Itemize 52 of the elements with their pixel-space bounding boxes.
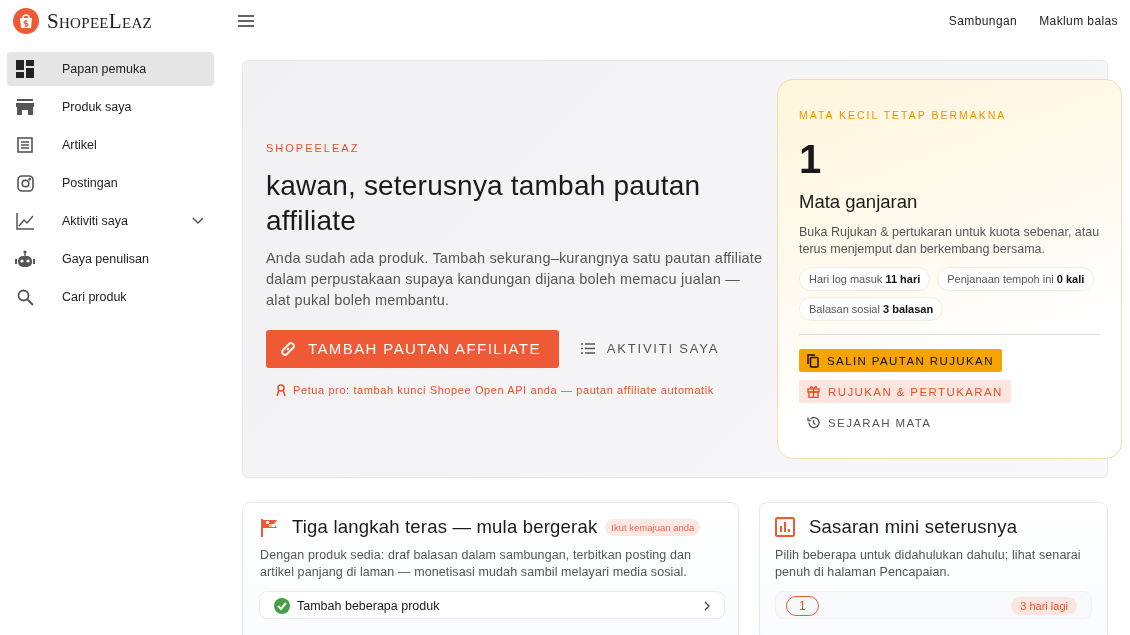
- points-label: Mata ganjaran: [799, 191, 919, 213]
- dashboard-icon: [16, 60, 34, 78]
- sidebar-item[interactable]: Artikel: [7, 128, 214, 162]
- copy-icon: [807, 353, 819, 368]
- stat-chip: Penjanaan tempoh ini 0 kali: [937, 267, 1095, 291]
- hero-title: kawan, seterusnya tambah pautan affiliate: [266, 168, 702, 238]
- sidebar-item[interactable]: Cari produk: [7, 280, 214, 314]
- sidebar-item[interactable]: Postingan: [7, 166, 214, 200]
- nav-link[interactable]: Sambungan: [948, 10, 1018, 32]
- activity-button[interactable]: AKTIVITI SAYA: [580, 335, 720, 362]
- sidebar-item[interactable]: Papan pemuka: [7, 52, 214, 86]
- brand-name: ShopeeLeaz: [47, 8, 152, 34]
- robot-icon: [15, 250, 35, 268]
- link-icon: [280, 340, 296, 357]
- store-icon: [16, 99, 34, 115]
- nav-link[interactable]: Maklum balas: [1039, 10, 1118, 32]
- sidebar-item[interactable]: Gaya penulisan: [7, 242, 214, 276]
- chevron-icon: [192, 217, 204, 225]
- eyebrow-label: SHOPEELEAZ: [266, 141, 361, 154]
- step-label: Tambah beberapa produk: [297, 599, 441, 613]
- search-icon: [16, 288, 34, 306]
- progress-badge: Ikut kemajuan anda: [605, 518, 701, 536]
- points-history-button[interactable]: SEJARAH MATA: [799, 411, 940, 434]
- goal-row[interactable]: 1 3 hari lagi: [775, 591, 1092, 619]
- document-icon: [17, 137, 33, 153]
- stat-chip: Balasan sosial 3 balasan: [799, 297, 944, 321]
- card-title: Tiga langkah teras — mula bergerak: [292, 516, 598, 538]
- sidebar-item[interactable]: Aktiviti saya: [7, 204, 214, 238]
- sidebar-item[interactable]: Produk saya: [7, 90, 214, 124]
- points-value: 1: [799, 136, 823, 183]
- pro-tip-text: Petua pro: tambah kunci Shopee Open API anda — pautan affiliate automatik: [293, 384, 714, 396]
- history-icon: [807, 416, 820, 429]
- flag-icon: [260, 517, 278, 537]
- card-description: Pilih beberapa untuk didahulukan dahulu; lihat senarai penuh di halaman Pencapaian.: [775, 547, 1082, 581]
- step-row[interactable]: Tambah beberapa produk: [259, 591, 725, 619]
- line-chart-icon: [16, 212, 34, 230]
- gift-icon: [807, 385, 820, 398]
- menu-icon[interactable]: [238, 15, 254, 27]
- shopping-bag-logo-icon: [13, 8, 39, 34]
- ribbon-icon: [275, 383, 287, 397]
- bar-chart-icon: [775, 517, 795, 537]
- points-description: Buka Rujukan & pertukaran untuk kuota sebenar, atau terus menjemput dan berkembang bersama.: [799, 224, 1100, 258]
- days-left-badge: 3 hari lagi: [1011, 597, 1077, 615]
- chevron-right-icon: [704, 601, 710, 611]
- copy-referral-link-button[interactable]: SALIN PAUTAN RUJUKAN: [799, 349, 1002, 372]
- eyebrow-label: MATA KECIL TETAP BERMAKNA: [799, 109, 1008, 121]
- hero-description: Anda sudah ada produk. Tambah sekurang–kurangnya satu pautan affiliate dalam perpustakaan supaya kandungan dijana boleh memacu jualan — alat pukal boleh membantu.: [266, 248, 763, 310]
- list-icon: [580, 343, 595, 354]
- stat-chip: Hari log masuk 11 hari: [799, 267, 931, 291]
- camera-icon: [16, 174, 34, 192]
- card-description: Dengan produk sedia: draf balasan dalam sambungan, terbitkan posting dan artikel panjang di laman — monetisasi mudah sambil melayari media sosial.: [260, 547, 693, 581]
- card-title: Sasaran mini seterusnya: [809, 516, 1018, 538]
